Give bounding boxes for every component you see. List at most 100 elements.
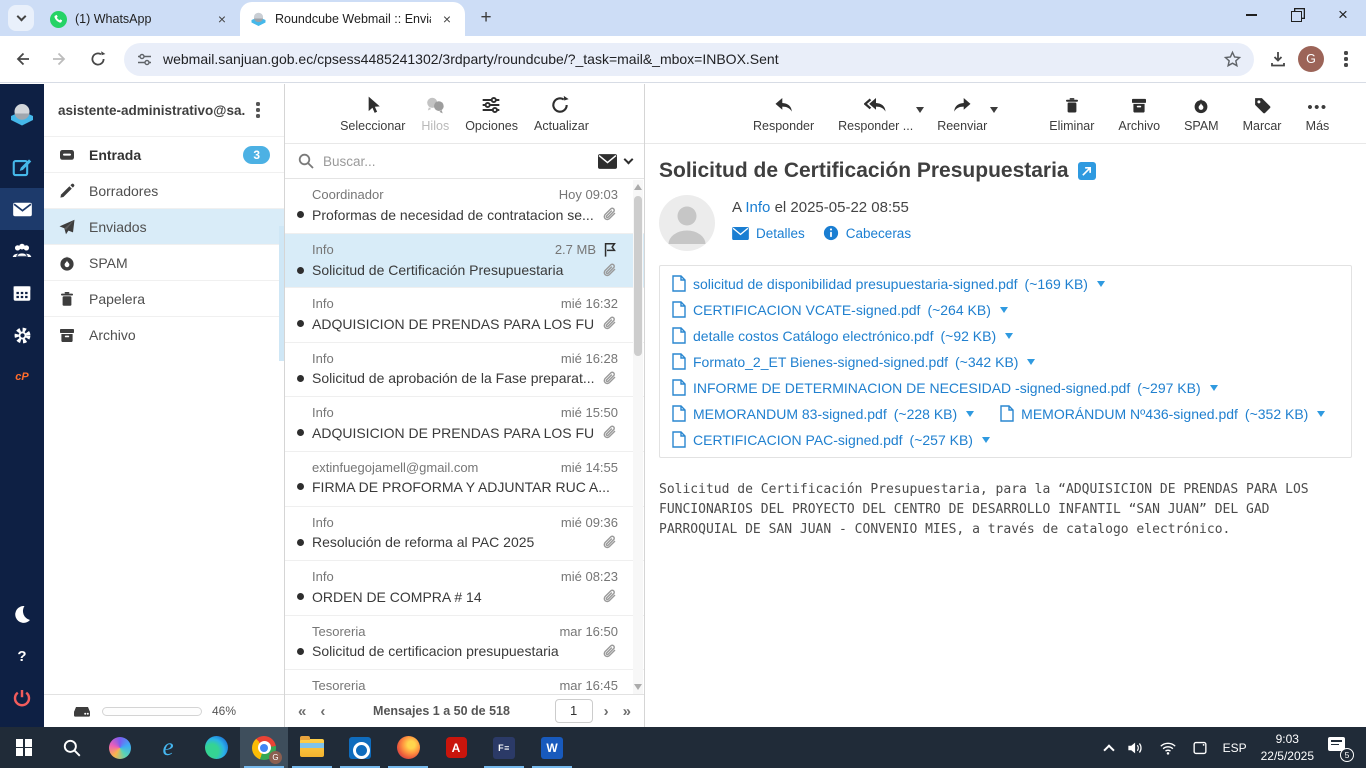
attachment-link[interactable]: MEMORANDUM 83-signed.pdf (~228 KB)	[672, 405, 974, 422]
details-link[interactable]: Detalles	[732, 226, 805, 241]
reply-button[interactable]: Responder	[753, 95, 814, 133]
attachment-menu-caret-icon[interactable]	[1317, 411, 1325, 417]
download-icon[interactable]	[1268, 49, 1288, 69]
minimize-button[interactable]	[1228, 0, 1274, 30]
attachment-menu-caret-icon[interactable]	[1005, 333, 1013, 339]
select-button[interactable]: Seleccionar	[340, 95, 405, 133]
message-list-item[interactable]: Info mié 08:23 ORDEN DE COMPRA # 14	[285, 561, 644, 616]
list-scrollbar[interactable]	[633, 180, 643, 694]
prev-page-button[interactable]: ‹	[317, 703, 328, 720]
attachment-link[interactable]: CERTIFICACION VCATE-signed.pdf (~264 KB)	[672, 301, 1008, 318]
contacts-nav-button[interactable]	[0, 230, 44, 272]
attachment-menu-caret-icon[interactable]	[1210, 385, 1218, 391]
cpanel-logo[interactable]: cP	[0, 356, 44, 398]
folder-spam[interactable]: SPAM	[44, 244, 284, 280]
message-list-item[interactable]: Info mié 09:36 Resolución de reforma al …	[285, 507, 644, 562]
outlook-button[interactable]	[336, 727, 384, 768]
copilot-button[interactable]	[96, 727, 144, 768]
reload-button[interactable]	[82, 43, 114, 75]
dark-mode-icon[interactable]	[0, 593, 44, 635]
spam-button[interactable]: SPAM	[1184, 95, 1219, 133]
search-input[interactable]	[323, 154, 590, 169]
restore-button[interactable]	[1274, 0, 1320, 30]
threads-button[interactable]: Hilos	[421, 95, 449, 133]
refresh-button[interactable]: Actualizar	[534, 95, 589, 133]
site-settings-icon[interactable]	[136, 51, 153, 68]
browser-profile-avatar[interactable]: G	[1298, 46, 1324, 72]
compose-button[interactable]	[0, 146, 44, 188]
taskbar-search-button[interactable]	[48, 727, 96, 768]
message-list-item[interactable]: Info mié 16:32 ADQUISICION DE PRENDAS PA…	[285, 288, 644, 343]
message-list-item[interactable]: Tesoreria mar 16:50 Solicitud de certifi…	[285, 616, 644, 671]
chrome-button[interactable]: G	[240, 727, 288, 768]
browser-menu-icon[interactable]	[1334, 47, 1358, 71]
message-list-item[interactable]: Coordinador Hoy 09:03 Proformas de neces…	[285, 179, 644, 234]
scrollbar-thumb[interactable]	[634, 196, 642, 356]
message-list-item[interactable]: Info 2.7 MB Solicitud de Certificación P…	[285, 234, 644, 289]
clock[interactable]: 9:03 22/5/2025	[1261, 731, 1314, 763]
attachment-menu-caret-icon[interactable]	[1000, 307, 1008, 313]
edge-button[interactable]	[192, 727, 240, 768]
display-icon[interactable]	[1191, 740, 1209, 756]
word-button[interactable]: W	[528, 727, 576, 768]
firefox-button[interactable]	[384, 727, 432, 768]
internet-explorer-button[interactable]: e	[144, 727, 192, 768]
attachment-link[interactable]: MEMORÁNDUM Nº436-signed.pdf (~352 KB)	[1000, 405, 1325, 422]
attachment-menu-caret-icon[interactable]	[966, 411, 974, 417]
folder-entrada[interactable]: Entrada 3	[44, 136, 284, 172]
file-explorer-button[interactable]	[288, 727, 336, 768]
settings-nav-button[interactable]	[0, 314, 44, 356]
forward-button[interactable]	[44, 43, 76, 75]
message-list-item[interactable]: Tesoreria mar 16:45	[285, 670, 644, 694]
scroll-down-icon[interactable]	[634, 684, 642, 690]
search-options-chevron-icon[interactable]	[624, 155, 634, 165]
folder-borradores[interactable]: Borradores	[44, 172, 284, 208]
back-button[interactable]	[6, 43, 38, 75]
address-bar[interactable]: webmail.sanjuan.gob.ec/cpsess4485241302/…	[124, 43, 1254, 76]
next-page-button[interactable]: ›	[601, 703, 612, 720]
calendar-nav-button[interactable]	[0, 272, 44, 314]
recipient-link[interactable]: Info	[745, 199, 770, 216]
reply-all-button[interactable]: Responder ...	[838, 95, 913, 133]
account-menu-icon[interactable]	[246, 98, 270, 122]
message-list-item[interactable]: Info mié 15:50 ADQUISICION DE PRENDAS PA…	[285, 397, 644, 452]
folder-archivo[interactable]: Archivo	[44, 316, 284, 352]
wifi-icon[interactable]	[1159, 740, 1177, 756]
new-tab-button[interactable]	[473, 5, 499, 31]
forward-button-mail[interactable]: Reenviar	[937, 95, 987, 133]
message-list-item[interactable]: Info mié 16:28 Solicitud de aprobación d…	[285, 343, 644, 398]
mail-nav-button[interactable]	[0, 188, 44, 230]
headers-link[interactable]: Cabeceras	[823, 225, 911, 241]
last-page-button[interactable]: »	[620, 703, 634, 720]
page-number-input[interactable]: 1	[555, 699, 593, 723]
browser-tab-roundcube[interactable]: Roundcube Webmail :: Enviados	[240, 2, 465, 36]
mark-button[interactable]: Marcar	[1243, 95, 1282, 133]
close-window-button[interactable]	[1320, 0, 1366, 30]
help-icon[interactable]: ?	[0, 635, 44, 677]
options-button[interactable]: Opciones	[465, 95, 518, 133]
start-button[interactable]	[0, 727, 48, 768]
attachment-link[interactable]: solicitud de disponibilidad presupuestar…	[672, 275, 1105, 292]
logout-power-icon[interactable]	[0, 677, 44, 719]
notification-center-icon[interactable]: 5	[1328, 737, 1352, 759]
browser-tab-whatsapp[interactable]: (1) WhatsApp	[40, 2, 240, 36]
volume-icon[interactable]	[1127, 740, 1145, 756]
attachment-link[interactable]: INFORME DE DETERMINACION DE NECESIDAD -s…	[672, 379, 1218, 396]
delete-button[interactable]: Eliminar	[1049, 95, 1094, 133]
message-list-item[interactable]: extinfuegojamell@gmail.com mié 14:55 FIR…	[285, 452, 644, 507]
close-icon[interactable]	[439, 11, 455, 27]
close-icon[interactable]	[214, 11, 230, 27]
archive-button[interactable]: Archivo	[1118, 95, 1160, 133]
first-page-button[interactable]: «	[295, 703, 309, 720]
attachment-link[interactable]: CERTIFICACION PAC-signed.pdf (~257 KB)	[672, 431, 990, 448]
url-text[interactable]: webmail.sanjuan.gob.ec/cpsess4485241302/…	[163, 51, 1223, 67]
scroll-up-icon[interactable]	[634, 184, 642, 190]
bookmark-star-icon[interactable]	[1223, 50, 1242, 69]
forward-dropdown-icon[interactable]	[990, 107, 998, 113]
folder-scrollbar[interactable]	[279, 226, 284, 361]
attachment-link[interactable]: detalle costos Catálogo electrónico.pdf …	[672, 327, 1013, 344]
f-app-button[interactable]: F≡	[480, 727, 528, 768]
more-button[interactable]: Más	[1305, 95, 1329, 133]
open-in-new-window-icon[interactable]	[1078, 162, 1096, 180]
reply-all-dropdown-icon[interactable]	[916, 107, 924, 113]
